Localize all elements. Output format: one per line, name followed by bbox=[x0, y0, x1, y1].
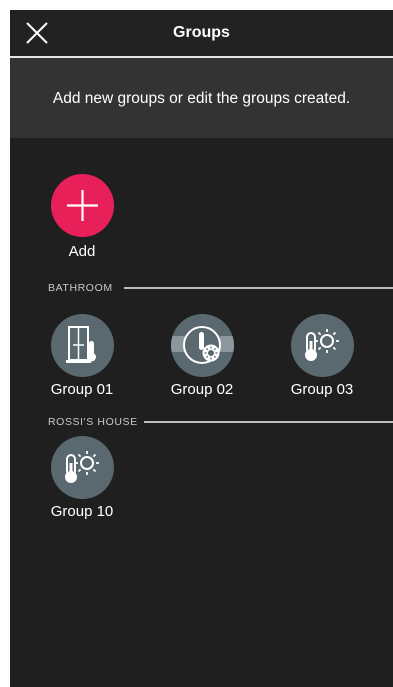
group-label: Group 10 bbox=[50, 503, 114, 520]
section-title-bathroom: BATHROOM bbox=[48, 282, 113, 294]
group-tile[interactable]: Group 03 bbox=[272, 314, 372, 404]
group-label: Group 03 bbox=[290, 381, 354, 398]
group-label: Group 02 bbox=[170, 381, 234, 398]
info-banner: Add new groups or edit the groups create… bbox=[10, 58, 393, 138]
group-tile[interactable]: Group 02 bbox=[152, 314, 252, 404]
section-divider bbox=[124, 287, 393, 289]
add-group-button[interactable] bbox=[51, 174, 114, 237]
shutter-sun-icon bbox=[171, 314, 234, 377]
group-tile[interactable]: Group 01 bbox=[32, 314, 132, 404]
add-label: Add bbox=[68, 243, 96, 260]
header-bar: Groups bbox=[10, 10, 393, 58]
thermometer-sun-icon bbox=[51, 436, 114, 499]
group-tile[interactable]: Group 10 bbox=[32, 436, 132, 526]
thermometer-sun-icon bbox=[291, 314, 354, 377]
page-title: Groups bbox=[173, 24, 230, 41]
banner-text: Add new groups or edit the groups create… bbox=[52, 90, 351, 107]
window-thermometer-icon bbox=[51, 314, 114, 377]
plus-icon bbox=[67, 190, 98, 221]
screen: Groups Add new groups or edit the groups… bbox=[10, 10, 393, 687]
section-divider bbox=[144, 421, 393, 423]
section-title-rossis-house: ROSSI'S HOUSE bbox=[48, 416, 138, 428]
group-label: Group 01 bbox=[50, 381, 114, 398]
